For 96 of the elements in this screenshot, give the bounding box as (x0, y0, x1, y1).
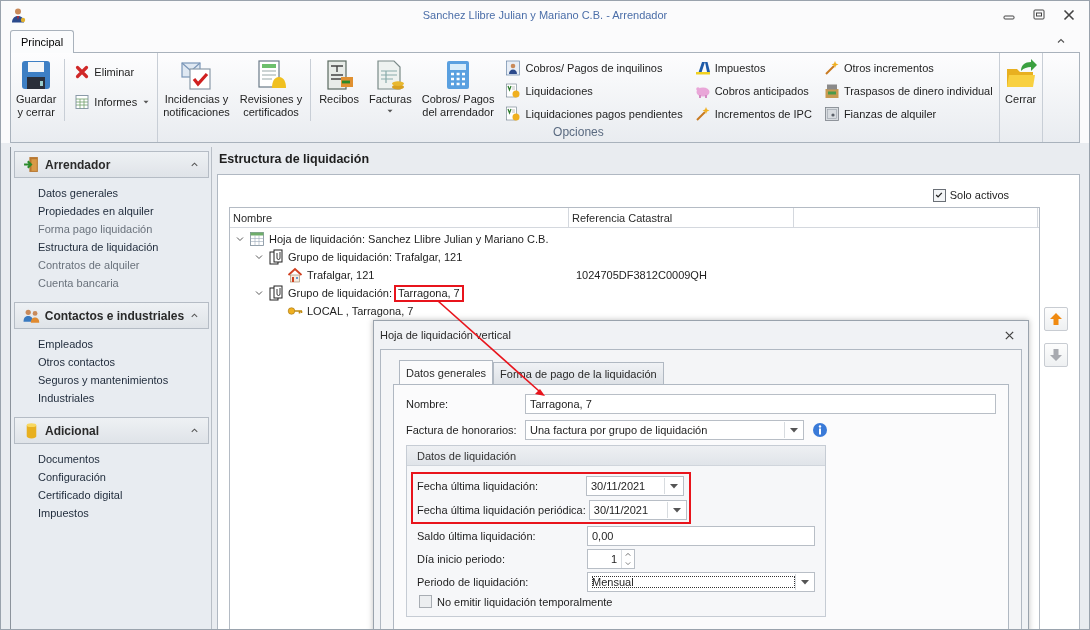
spreadsheet-icon (249, 231, 265, 247)
column-header[interactable]: Referencia Catastral (569, 208, 794, 227)
person-icon (10, 7, 26, 23)
sidebar-link[interactable]: Industriales (38, 389, 95, 407)
checkbox-label: Solo activos (949, 189, 1009, 201)
input-field[interactable]: 0,00 (587, 525, 815, 546)
sidebar-link[interactable]: Impuestos (38, 504, 89, 522)
sidebar-link[interactable]: Otros contactos (38, 353, 116, 371)
input-field[interactable]: Tarragona, 7 (525, 394, 996, 414)
ribbon-button[interactable]: Incrementos de IPC (692, 104, 814, 123)
sidebar-link[interactable]: Documentos (38, 450, 100, 468)
spreadsheet-icon (74, 94, 91, 110)
documents-icon (268, 285, 284, 301)
ribbon-button[interactable]: Recibos (314, 57, 364, 125)
ribbon-button[interactable]: Cobros anticipados (692, 82, 814, 100)
safe-icon (823, 105, 840, 122)
checked-document-icon (505, 83, 522, 99)
sidebar-link[interactable]: Estructura de liquidación (38, 238, 159, 256)
invoice-coins-icon (374, 59, 407, 91)
section-header[interactable]: Contactos e industriales (14, 302, 209, 329)
field-label: Nombre: (406, 398, 450, 410)
field-label: Periodo de liquidación: (417, 575, 530, 588)
envelope-check-icon (180, 59, 213, 91)
spin-field[interactable]: 1 (587, 548, 635, 569)
ribbon-button[interactable]: Liquidaciones pagos pendientes (503, 104, 685, 123)
ribbon-button[interactable]: Cobros/ Pagos de inquilinos (503, 59, 685, 78)
field-label: Día inicio periodo: (417, 552, 507, 565)
ribbon-button[interactable]: Facturas (363, 57, 417, 125)
highlighted-text: Tarragona, 7 (393, 284, 464, 302)
dropdown-field[interactable]: Mensual (587, 571, 815, 592)
ribbon-button[interactable]: Impuestos (692, 59, 814, 78)
maximize-icon[interactable] (1031, 7, 1047, 23)
cash-register-icon (823, 83, 840, 99)
checked-document-icon (505, 105, 522, 122)
close-icon[interactable] (1061, 7, 1077, 23)
sidebar-link[interactable]: Propiedades en alquiler (38, 202, 154, 220)
sidebar-link[interactable]: Empleados (38, 335, 94, 353)
section-title: Contactos e industriales (44, 308, 185, 323)
move-up-button[interactable] (1044, 307, 1068, 331)
tree-node[interactable]: Trafalgar, 121 (307, 269, 375, 281)
checkbox[interactable] (932, 188, 946, 202)
magic-wand-icon (823, 60, 840, 77)
column-header[interactable]: Nombre (230, 208, 569, 227)
arrow-down-icon (1048, 347, 1064, 363)
door-icon (23, 156, 40, 173)
dialog-title: Hoja de liquidación vertical (380, 329, 511, 341)
tree-node[interactable]: Hoja de liquidación: Sanchez Llibre Julian y Mariano C.B. (269, 233, 549, 245)
person-card-icon (505, 60, 522, 77)
group-title: Datos de liquidación (417, 449, 517, 462)
field-label: Fecha última liquidación: (417, 480, 540, 492)
panel-title: Estructura de liquidación (219, 152, 370, 166)
field-label: Fecha última liquidación periódica: (417, 504, 587, 516)
ribbon-button[interactable]: Eliminar (72, 63, 154, 81)
tree-node[interactable]: LOCAL , Tarragona, 7 (307, 305, 414, 317)
house-icon (287, 267, 303, 283)
ribbon-button[interactable]: Fianzas de alquiler (821, 104, 995, 123)
documents-icon (268, 249, 284, 265)
ribbon-button[interactable]: Revisiones y certificados (234, 57, 308, 125)
sidebar-link[interactable]: Configuración (38, 468, 106, 486)
section-title: Adicional (45, 423, 100, 438)
people-icon (23, 307, 40, 324)
bell-document-icon (255, 59, 287, 91)
ribbon-button[interactable]: Traspasos de dinero individual (821, 82, 995, 100)
date-field[interactable]: 30/11/2021 (586, 476, 684, 496)
section-title: Arrendador (45, 157, 112, 172)
tab[interactable]: Datos generales (399, 360, 494, 384)
tree-node[interactable]: Grupo de liquidación: (288, 287, 392, 299)
stripes-icon (694, 60, 711, 77)
sidebar-link[interactable]: Certificado digital (38, 486, 123, 504)
window-title: Sanchez Llibre Julian y Mariano C.B. - Arrendador (422, 9, 668, 21)
field-label: Saldo última liquidación: (417, 529, 537, 542)
ribbon-button[interactable]: Informes (72, 93, 154, 111)
dropdown-field[interactable]: Una factura por grupo de liquidación (525, 420, 804, 440)
section-header[interactable]: Adicional (14, 417, 209, 444)
table-cell: 1024705DF3812C0009QH (576, 269, 707, 281)
group-label: Opciones (553, 125, 604, 139)
info-icon[interactable] (812, 422, 828, 438)
check-icon (934, 190, 945, 200)
ribbon-button[interactable]: Cerrar (999, 57, 1042, 125)
ribbon-button[interactable]: Cobros/ Pagos del arrendador (416, 57, 500, 125)
date-field[interactable]: 30/11/2021 (588, 500, 687, 520)
arrow-up-icon (1048, 311, 1064, 327)
checkbox-label: No emitir liquidación temporalmente (437, 595, 613, 608)
cross-icon (74, 64, 91, 80)
tree-node[interactable]: Grupo de liquidación: Trafalgar, 121 (288, 251, 463, 263)
ribbon-button[interactable]: Liquidaciones (503, 82, 685, 100)
ribbon-button[interactable]: Guardar y cerrar (11, 57, 62, 125)
ribbon-button[interactable]: Otros incrementos (821, 59, 995, 78)
ribbon-tab[interactable]: Principal (10, 30, 75, 53)
field-label: Factura de honorarios: (406, 424, 518, 436)
sidebar-link[interactable]: Datos generales (38, 184, 119, 202)
ribbon-button[interactable]: Incidencias y notificaciones (158, 57, 235, 125)
checkbox[interactable] (419, 595, 432, 608)
sidebar-link[interactable]: Seguros y mantenimientos (38, 371, 169, 389)
magic-wand-icon (694, 105, 711, 122)
section-header[interactable]: Arrendador (14, 151, 209, 178)
